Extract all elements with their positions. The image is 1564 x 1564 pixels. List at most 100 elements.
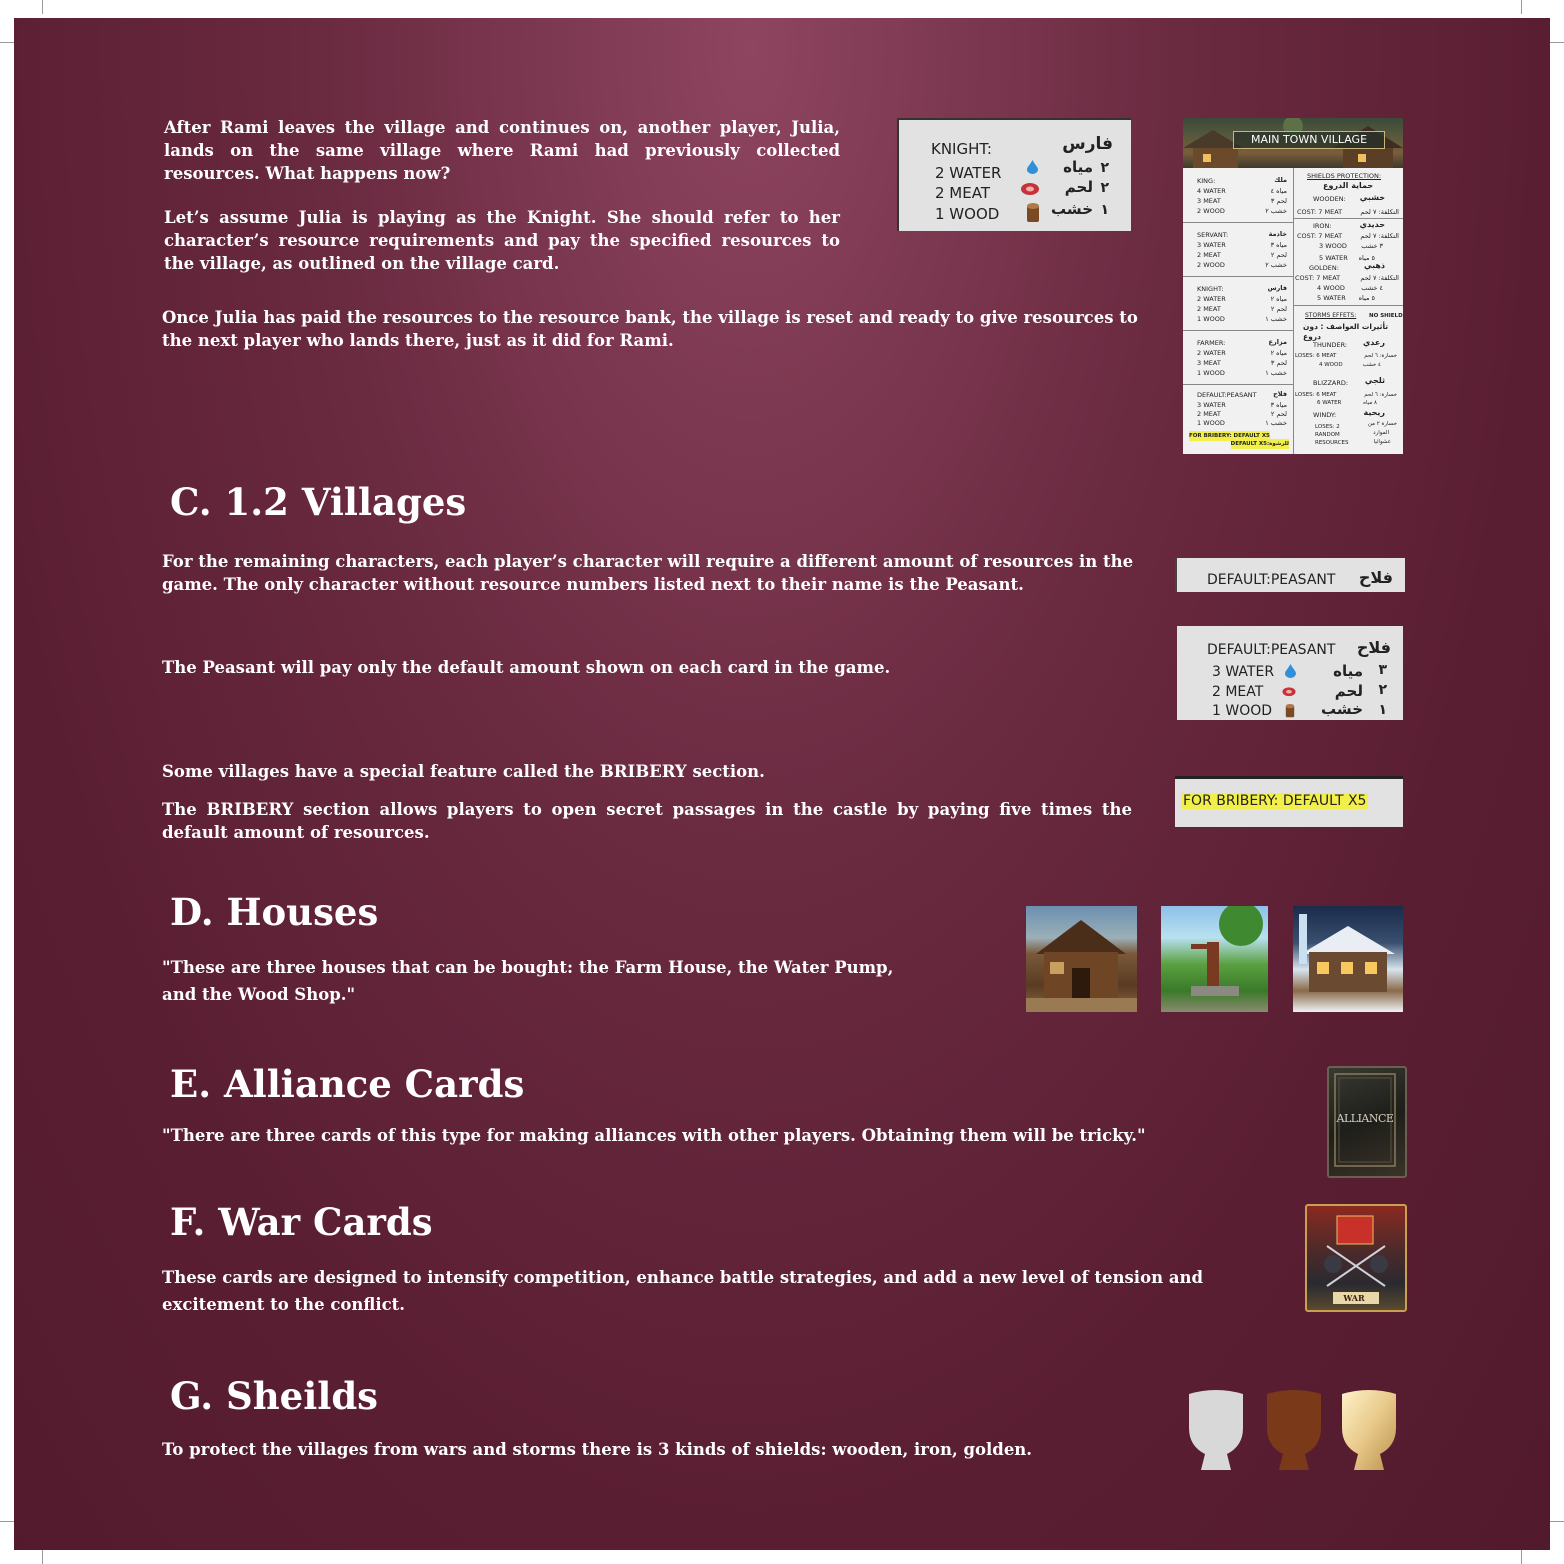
iron-shield-cost: COST: 7 MEAT bbox=[1297, 232, 1343, 240]
servant-label: SERVANT: bbox=[1197, 231, 1229, 239]
thunder-label-arabic: رعدي bbox=[1362, 338, 1385, 347]
golden-shield-cost: COST: 7 MEAT bbox=[1295, 274, 1341, 282]
village-character-king: KING: ملك 4 WATER 3 MEAT 2 WOOD مياه ٤ ل… bbox=[1183, 170, 1293, 222]
farmer-label: FARMER: bbox=[1197, 339, 1226, 347]
servant-line: 2 MEAT bbox=[1197, 251, 1221, 259]
golden-shield-label: GOLDEN: bbox=[1309, 264, 1339, 272]
iron-shield-label: IRON: bbox=[1313, 222, 1332, 230]
section-heading-war-cards: F. War Cards bbox=[170, 1200, 433, 1244]
row-divider bbox=[1294, 218, 1403, 219]
village-card-header-image: MAIN TOWN VILLAGE bbox=[1183, 118, 1403, 168]
wooden-shield-label: WOODEN: bbox=[1313, 195, 1346, 203]
knight-small-label: KNIGHT: bbox=[1197, 285, 1224, 293]
iron-shield-cost-arabic: التكلفة: ٧ لحم bbox=[1360, 232, 1399, 240]
row-divider bbox=[1183, 330, 1293, 331]
farmer-line: 1 WOOD bbox=[1197, 369, 1225, 377]
peasant-meat-number: ٢ bbox=[1378, 682, 1387, 698]
thunder-loss: 4 WOOD bbox=[1319, 362, 1343, 368]
wooden-shield-cost: COST: 7 MEAT bbox=[1297, 208, 1343, 216]
intro-paragraph-2: Let’s assume Julia is playing as the Kni… bbox=[164, 208, 840, 273]
section-heading-houses: D. Houses bbox=[170, 890, 379, 934]
crop-mark bbox=[0, 1521, 14, 1522]
water-pump-icon bbox=[1191, 906, 1263, 996]
knight-water-arabic: مياه bbox=[1063, 158, 1093, 176]
knight-water-number: ٢ bbox=[1100, 160, 1109, 176]
wooden-shield-icon bbox=[1267, 1390, 1321, 1470]
shields-protection-title: SHIELDS PROTECTION: bbox=[1307, 172, 1382, 180]
windy-loss: RESOURCES bbox=[1315, 440, 1349, 446]
water-pump-image bbox=[1161, 906, 1268, 1012]
peasant-meat-label: 2 MEAT bbox=[1212, 684, 1264, 700]
row-divider bbox=[1294, 305, 1403, 306]
shields-paragraph: To protect the villages from wars and st… bbox=[162, 1440, 1033, 1459]
peasant-wood-number: ١ bbox=[1378, 702, 1387, 718]
shields-protection-title-arabic: حماية الدروع bbox=[1323, 181, 1374, 190]
meat-icon bbox=[1282, 687, 1296, 697]
crop-mark bbox=[1521, 1550, 1522, 1564]
alliance-card-label: ALLIANCE bbox=[1336, 1112, 1394, 1125]
king-label: KING: bbox=[1197, 177, 1216, 185]
farmer-line-arabic: مياه ٢ bbox=[1270, 349, 1287, 357]
war-paragraph: These cards are designed to intensify co… bbox=[162, 1268, 1204, 1314]
servant-line-arabic: مياه ٣ bbox=[1270, 241, 1287, 249]
knight-meat-number: ٢ bbox=[1100, 180, 1109, 196]
storms-effects-title: STORMS EFFETS: bbox=[1305, 312, 1357, 319]
war-card-label: WAR bbox=[1343, 1293, 1365, 1303]
knight-small-line-arabic: مياه ٢ bbox=[1270, 295, 1287, 303]
column-divider bbox=[1293, 168, 1294, 454]
crop-mark bbox=[42, 1550, 43, 1564]
knight-wood-number: ١ bbox=[1100, 202, 1109, 218]
thunder-loss-arabic: ٤ خشب bbox=[1362, 362, 1381, 368]
golden-shield-cost: 5 WATER bbox=[1317, 294, 1346, 302]
king-line: 4 WATER bbox=[1197, 187, 1226, 195]
wooden-shield-label-arabic: خشبي bbox=[1359, 193, 1385, 202]
golden-shield-cost: 4 WOOD bbox=[1317, 284, 1345, 292]
peasant-water-arabic: مياه bbox=[1333, 662, 1363, 680]
village-card: MAIN TOWN VILLAGE KING: ملك 4 WATER 3 ME… bbox=[1183, 118, 1403, 454]
peasant-wood-label: 1 WOOD bbox=[1212, 703, 1273, 719]
king-line-arabic: لحم ٣ bbox=[1270, 197, 1287, 205]
windy-label-arabic: ريحية bbox=[1363, 408, 1386, 417]
servant-line: 3 WATER bbox=[1197, 241, 1226, 249]
farmer-line-arabic: لحم ٣ bbox=[1270, 359, 1287, 367]
golden-shield-cost-arabic: التكلفة: ٧ لحم bbox=[1360, 274, 1399, 282]
alliance-paragraph: "There are three cards of this type for … bbox=[162, 1126, 1146, 1145]
knight-small-line-arabic: لحم ٢ bbox=[1270, 305, 1287, 313]
iron-shield-cost: 5 WATER bbox=[1319, 254, 1348, 262]
crop-mark bbox=[1550, 42, 1564, 43]
bribery-small-label-arabic: DEFAULT X5:للرشوة bbox=[1230, 439, 1289, 449]
knight-wood-arabic: خشب bbox=[1051, 200, 1093, 218]
king-line-arabic: خشب ٢ bbox=[1265, 207, 1287, 215]
windy-loss-arabic: خسارة ٢ من bbox=[1367, 421, 1397, 427]
peasant-wood-arabic: خشب bbox=[1321, 700, 1363, 718]
knight-resource-card: KNIGHT: فارس 2 WATER مياه ٢ 2 MEAT لحم ٢… bbox=[897, 118, 1131, 231]
peasant-card-label-arabic: فلاح bbox=[1356, 638, 1391, 657]
blizzard-loss: 6 WATER bbox=[1317, 400, 1342, 406]
knight-small-line: 2 WATER bbox=[1197, 295, 1226, 303]
king-line: 2 WOOD bbox=[1197, 207, 1225, 215]
knight-small-line-arabic: خشب ١ bbox=[1265, 315, 1287, 323]
peasant-strip-label-arabic: فلاح bbox=[1358, 568, 1393, 587]
golden-shield-label-arabic: ذهبي bbox=[1363, 261, 1385, 270]
bribery-strip-label: FOR BRIBERY: DEFAULT X5 bbox=[1181, 793, 1369, 809]
village-character-farmer: FARMER: مزارع 2 WATER 3 MEAT 1 WOOD مياه… bbox=[1183, 332, 1293, 384]
servant-line: 2 WOOD bbox=[1197, 261, 1225, 269]
king-label-arabic: ملك bbox=[1274, 176, 1287, 184]
no-shield-label: NO SHIELD bbox=[1369, 313, 1403, 319]
farmer-line: 3 MEAT bbox=[1197, 359, 1221, 367]
windy-loss-arabic: عشوائيا bbox=[1373, 439, 1391, 445]
knight-title-arabic: فارس bbox=[1062, 134, 1113, 154]
king-line-arabic: مياه ٤ bbox=[1270, 187, 1287, 195]
wood-shop-image bbox=[1293, 906, 1403, 1012]
intro-paragraph-3: Once Julia has paid the resources to the… bbox=[162, 308, 1138, 350]
peasant-water-label: 3 WATER bbox=[1212, 664, 1275, 680]
knight-meat-label: 2 MEAT bbox=[935, 184, 990, 202]
knight-water-label: 2 WATER bbox=[935, 164, 1002, 182]
water-drop-icon bbox=[1285, 664, 1296, 678]
meat-icon bbox=[1021, 183, 1039, 195]
crop-mark bbox=[42, 0, 43, 14]
villages-paragraph-2: The Peasant will pay only the default am… bbox=[162, 658, 891, 677]
row-divider bbox=[1183, 384, 1293, 385]
iron-shield-cost-arabic: ٣ خشب bbox=[1361, 242, 1383, 250]
knight-title: KNIGHT: bbox=[931, 140, 992, 158]
